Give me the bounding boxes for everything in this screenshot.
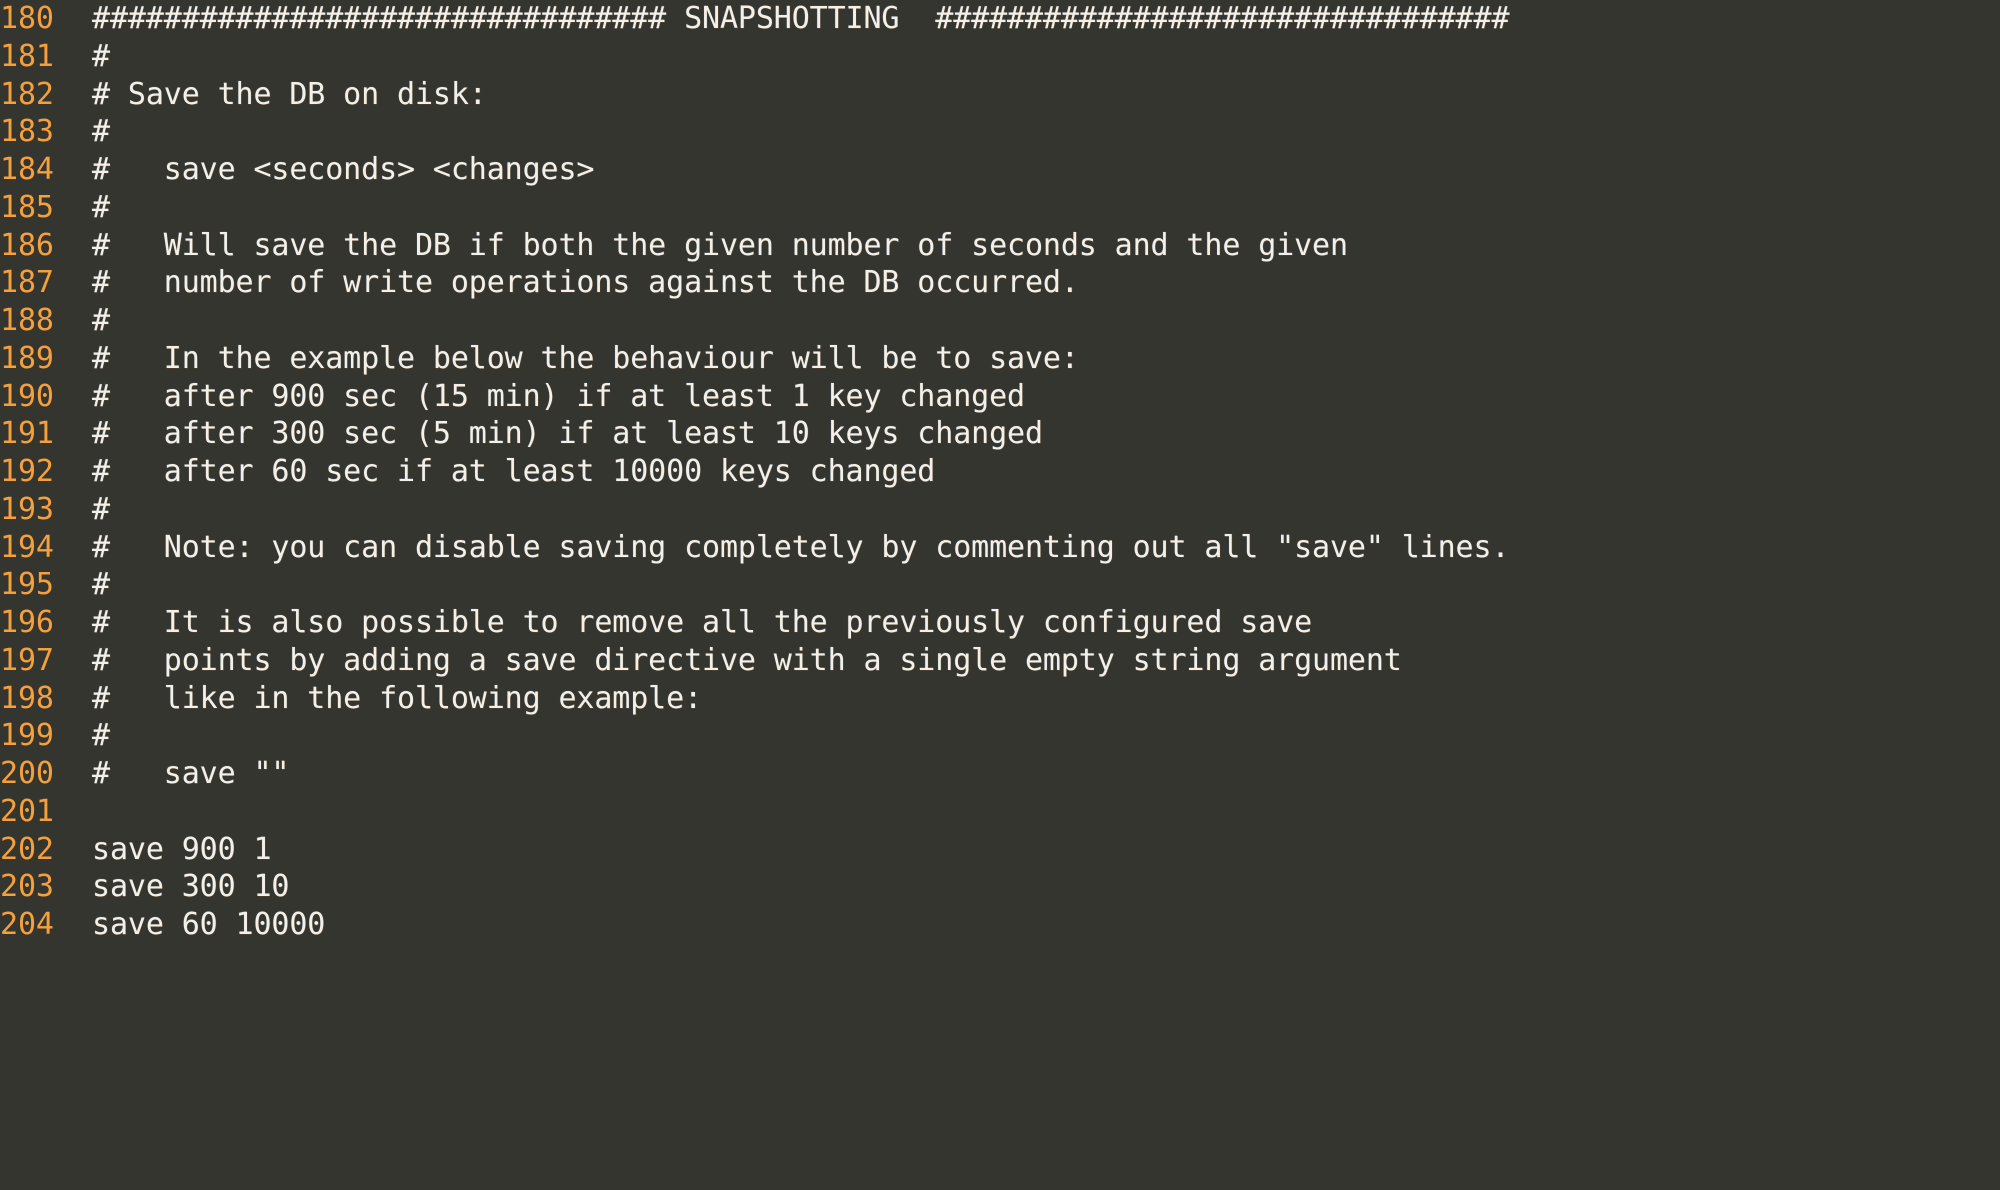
code-line-text[interactable]: # In the example below the behaviour wil… bbox=[92, 340, 1079, 378]
line-number: 193 bbox=[0, 491, 54, 527]
code-line-text[interactable]: # Save the DB on disk: bbox=[92, 76, 487, 114]
line-number: 194 bbox=[0, 529, 54, 565]
code-line-text[interactable]: save 300 10 bbox=[92, 868, 289, 906]
line-number: 192 bbox=[0, 454, 54, 489]
line-number: 180 bbox=[0, 1, 54, 36]
code-line-text[interactable]: # bbox=[92, 717, 110, 755]
code-line-text[interactable]: # bbox=[92, 302, 110, 340]
line-number: 201 bbox=[0, 793, 54, 829]
code-line[interactable]: 201 bbox=[0, 793, 2000, 831]
code-line-text[interactable]: # after 300 sec (5 min) if at least 10 k… bbox=[92, 415, 1043, 453]
code-line[interactable]: 195 # bbox=[0, 566, 2000, 604]
code-line-text[interactable]: # It is also possible to remove all the … bbox=[92, 604, 1312, 642]
code-line[interactable]: 192 # after 60 sec if at least 10000 keys… bbox=[0, 453, 2000, 491]
code-line-text[interactable]: # bbox=[92, 189, 110, 227]
code-line[interactable]: 186 # Will save the DB if both the given … bbox=[0, 227, 2000, 265]
line-number: 188 bbox=[0, 303, 54, 338]
code-line[interactable]: 204 save 60 10000 bbox=[0, 906, 2000, 944]
code-line-text[interactable]: # number of write operations against the… bbox=[92, 264, 1079, 302]
line-number: 189 bbox=[0, 340, 54, 376]
line-number: 186 bbox=[0, 227, 54, 263]
line-number: 202 bbox=[0, 831, 54, 867]
code-line-text[interactable]: # Will save the DB if both the given num… bbox=[92, 227, 1348, 265]
code-line-text[interactable]: # after 60 sec if at least 10000 keys ch… bbox=[92, 453, 935, 491]
code-line[interactable]: 185 # bbox=[0, 189, 2000, 227]
code-line[interactable]: 188 # bbox=[0, 302, 2000, 340]
code-line[interactable]: 182 # Save the DB on disk: bbox=[0, 76, 2000, 114]
code-line[interactable]: 196 # It is also possible to remove all t… bbox=[0, 604, 2000, 642]
line-number: 197 bbox=[0, 642, 54, 678]
line-number: 196 bbox=[0, 605, 54, 640]
line-number: 203 bbox=[0, 869, 54, 905]
line-number: 191 bbox=[0, 416, 54, 452]
line-number: 184 bbox=[0, 152, 54, 187]
code-line-text[interactable]: # save <seconds> <changes> bbox=[92, 151, 594, 189]
line-number: 182 bbox=[0, 76, 54, 112]
code-line[interactable]: 184 # save <seconds> <changes> bbox=[0, 151, 2000, 189]
code-line-text[interactable]: # bbox=[92, 566, 110, 604]
code-line-text[interactable]: save 60 10000 bbox=[92, 906, 325, 944]
line-number: 200 bbox=[0, 756, 54, 791]
code-line[interactable]: 189 # In the example below the behaviour … bbox=[0, 340, 2000, 378]
line-number: 181 bbox=[0, 38, 54, 74]
line-number: 183 bbox=[0, 114, 54, 150]
line-number: 187 bbox=[0, 265, 54, 301]
code-line-text[interactable]: # bbox=[92, 38, 110, 76]
code-line[interactable]: 202 save 900 1 bbox=[0, 831, 2000, 869]
code-line[interactable]: 183 # bbox=[0, 113, 2000, 151]
line-number: 204 bbox=[0, 907, 54, 942]
line-number: 195 bbox=[0, 567, 54, 603]
line-number: 199 bbox=[0, 718, 54, 754]
line-number: 198 bbox=[0, 680, 54, 716]
code-line[interactable]: 197 # points by adding a save directive w… bbox=[0, 642, 2000, 680]
code-line-text[interactable]: # like in the following example: bbox=[92, 680, 702, 718]
code-line[interactable]: 181 # bbox=[0, 38, 2000, 76]
code-line[interactable]: 187 # number of write operations against … bbox=[0, 264, 2000, 302]
code-line[interactable]: 198 # like in the following example: bbox=[0, 680, 2000, 718]
code-line[interactable]: 203 save 300 10 bbox=[0, 868, 2000, 906]
code-line-text[interactable]: # bbox=[92, 491, 110, 529]
code-line[interactable]: 199 # bbox=[0, 717, 2000, 755]
code-line[interactable]: 200 # save "" bbox=[0, 755, 2000, 793]
code-line[interactable]: 190 # after 900 sec (15 min) if at least … bbox=[0, 378, 2000, 416]
code-line-text[interactable]: # points by adding a save directive with… bbox=[92, 642, 1402, 680]
code-line-text[interactable]: # bbox=[92, 113, 110, 151]
code-line-text[interactable]: # Note: you can disable saving completel… bbox=[92, 529, 1510, 567]
code-line[interactable]: 193 # bbox=[0, 491, 2000, 529]
code-line-text[interactable]: # save "" bbox=[92, 755, 289, 793]
code-line[interactable]: 191 # after 300 sec (5 min) if at least 1… bbox=[0, 415, 2000, 453]
line-number: 185 bbox=[0, 189, 54, 225]
code-line-text[interactable]: save 900 1 bbox=[92, 831, 272, 869]
code-line-text[interactable]: ################################ SNAPSHO… bbox=[92, 0, 1510, 38]
line-number: 190 bbox=[0, 378, 54, 414]
code-line[interactable]: 180 ################################ SNAP… bbox=[0, 0, 2000, 38]
code-line-text[interactable]: # after 900 sec (15 min) if at least 1 k… bbox=[92, 378, 1025, 416]
text-editor-code-pane[interactable]: 180 ################################ SNAP… bbox=[0, 0, 2000, 1190]
code-line[interactable]: 194 # Note: you can disable saving comple… bbox=[0, 529, 2000, 567]
